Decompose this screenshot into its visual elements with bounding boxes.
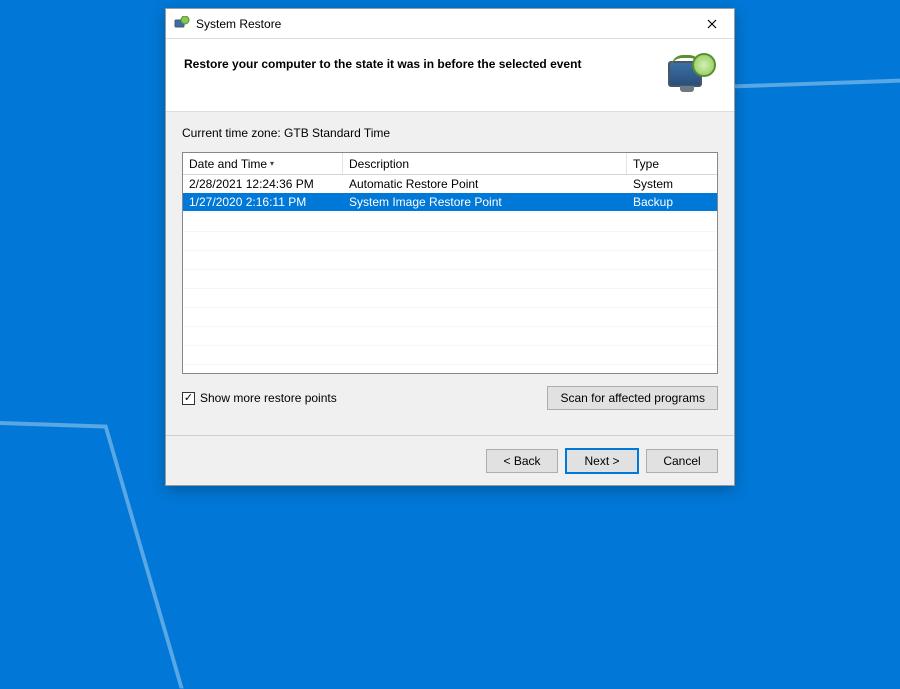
timezone-label: Current time zone: GTB Standard Time [182,126,718,140]
restore-points-table: Date and Time ▾ Description Type 2/28/20… [182,152,718,374]
system-restore-icon [174,16,190,32]
column-header-description[interactable]: Description [343,153,627,174]
cell-type: System [627,176,717,192]
cancel-button[interactable]: Cancel [646,449,718,473]
banner: Restore your computer to the state it wa… [166,39,734,112]
checkbox-icon: ✓ [182,392,195,405]
system-restore-dialog: System Restore Restore your computer to … [165,8,735,486]
column-header-type-label: Type [633,157,659,171]
titlebar: System Restore [166,9,734,39]
table-body: 2/28/2021 12:24:36 PM Automatic Restore … [183,175,717,373]
cell-description: Automatic Restore Point [343,176,627,192]
cell-date: 1/27/2020 2:16:11 PM [183,194,343,210]
show-more-label: Show more restore points [200,391,337,405]
table-row[interactable]: 1/27/2020 2:16:11 PM System Image Restor… [183,193,717,211]
table-header: Date and Time ▾ Description Type [183,153,717,175]
close-icon [707,19,717,29]
content-area: Current time zone: GTB Standard Time Dat… [166,112,734,435]
cell-description: System Image Restore Point [343,194,627,210]
cell-type: Backup [627,194,717,210]
banner-heading: Restore your computer to the state it wa… [184,53,666,71]
column-header-date-label: Date and Time [189,157,267,171]
options-row: ✓ Show more restore points Scan for affe… [182,386,718,410]
table-row[interactable]: 2/28/2021 12:24:36 PM Automatic Restore … [183,175,717,193]
cell-date: 2/28/2021 12:24:36 PM [183,176,343,192]
column-header-description-label: Description [349,157,409,171]
restore-illustration-icon [666,53,716,97]
next-button[interactable]: Next > [566,449,638,473]
sort-descending-icon: ▾ [270,159,274,168]
window-title: System Restore [196,17,689,31]
dialog-footer: < Back Next > Cancel [166,435,734,485]
column-header-type[interactable]: Type [627,153,717,174]
column-header-date[interactable]: Date and Time ▾ [183,153,343,174]
back-button[interactable]: < Back [486,449,558,473]
show-more-checkbox[interactable]: ✓ Show more restore points [182,391,337,405]
close-button[interactable] [689,9,734,39]
scan-affected-button[interactable]: Scan for affected programs [547,386,718,410]
